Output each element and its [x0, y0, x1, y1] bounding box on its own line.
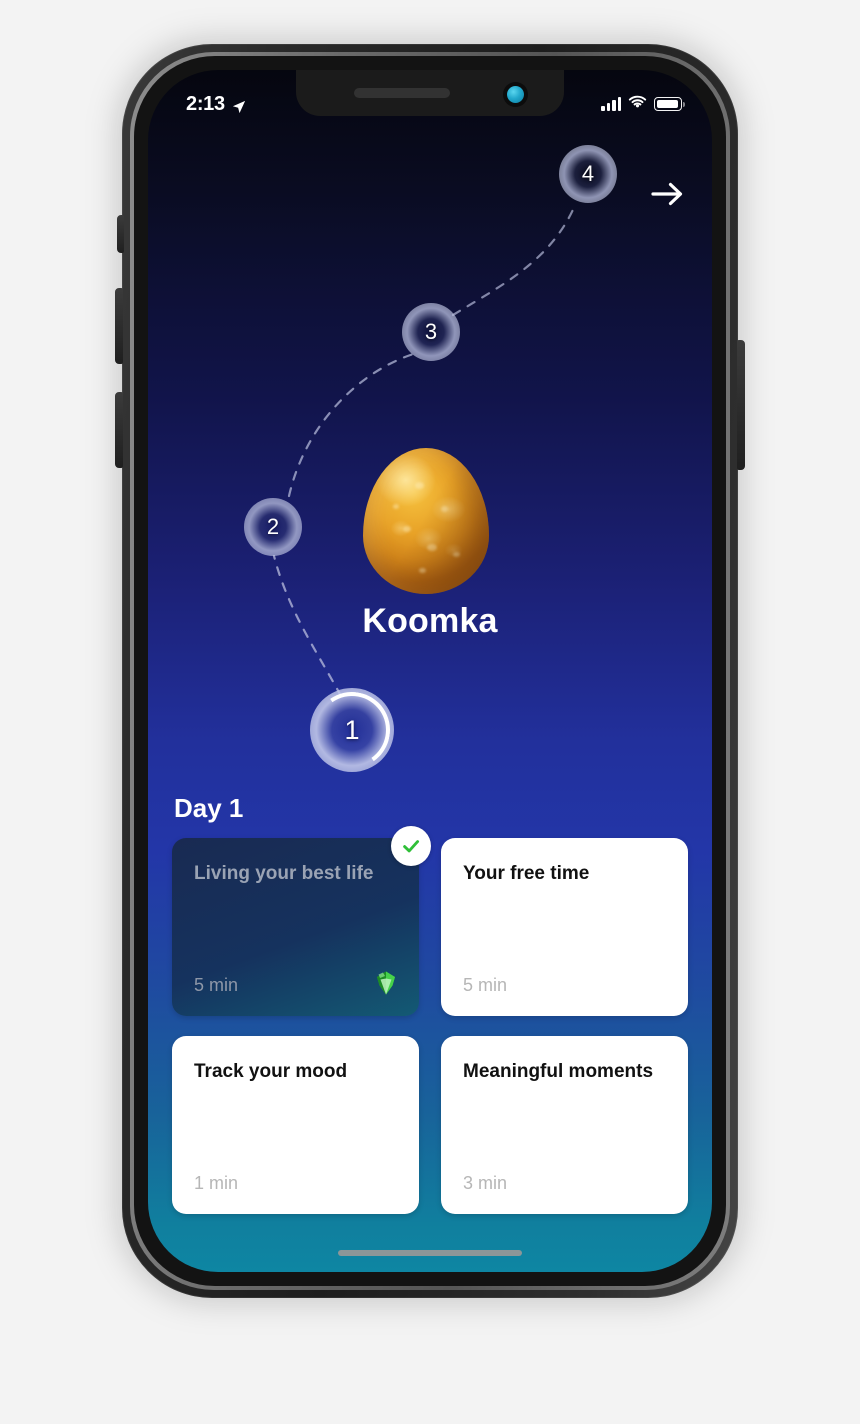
lesson-card-track-your-mood[interactable]: Track your mood 1 min [172, 1036, 419, 1214]
lesson-card-footer: 5 min [463, 975, 666, 996]
next-arrow-icon[interactable] [646, 172, 690, 216]
screenshot-canvas: 2:13 4 3 2 1 Koomka Day 1 Living your be… [0, 0, 860, 1424]
lesson-title: Living your best life [194, 863, 374, 884]
cellular-signal-icon [601, 96, 621, 111]
earpiece-speaker [354, 88, 450, 98]
phone-screen: 2:13 4 3 2 1 Koomka Day 1 Living your be… [148, 70, 712, 1272]
journey-node-1-active[interactable]: 1 [307, 685, 397, 775]
silent-switch-button[interactable] [117, 215, 124, 253]
lesson-duration: 3 min [463, 1173, 508, 1193]
power-button[interactable] [737, 340, 745, 470]
lesson-card-your-free-time[interactable]: Your free time 5 min [441, 838, 688, 1016]
lesson-card-footer: 1 min [194, 1173, 397, 1194]
battery-full-icon [654, 97, 685, 111]
lesson-title: Track your mood [194, 1061, 348, 1082]
wifi-icon [628, 95, 647, 114]
pet-egg-avatar[interactable] [363, 448, 489, 594]
lesson-card-living-your-best-life[interactable]: Living your best life 5 min [172, 826, 431, 1016]
check-icon [403, 840, 420, 853]
front-camera-icon [503, 82, 528, 107]
journey-node-label: 2 [266, 514, 280, 539]
home-indicator[interactable] [338, 1250, 522, 1256]
lesson-card-footer: 5 min [194, 970, 397, 996]
lesson-duration: 5 min [194, 975, 239, 995]
egg-shading [363, 448, 489, 594]
pet-name: Koomka [362, 602, 498, 640]
green-gem-icon [375, 970, 397, 996]
day-heading: Day 1 [174, 793, 244, 823]
clock-time: 2:13 [186, 92, 225, 115]
lesson-duration: 5 min [463, 975, 508, 995]
device-notch [296, 70, 564, 116]
top-navigation [148, 162, 712, 242]
volume-down-button[interactable] [115, 392, 123, 468]
status-bar-right [601, 95, 685, 114]
status-bar-left: 2:13 [186, 93, 246, 116]
journey-node-label: 1 [344, 714, 360, 745]
lesson-duration: 1 min [194, 1173, 239, 1193]
journey-node-3[interactable]: 3 [402, 303, 460, 361]
volume-up-button[interactable] [115, 288, 123, 364]
lesson-card-footer: 3 min [463, 1173, 666, 1194]
lesson-title: Meaningful moments [463, 1061, 654, 1082]
location-arrow-icon [232, 97, 246, 114]
lesson-card-meaningful-moments[interactable]: Meaningful moments 3 min [441, 1036, 688, 1214]
lesson-title: Your free time [463, 863, 590, 884]
completed-check-badge [391, 826, 431, 866]
lesson-card-grid: Living your best life 5 min Your free ti… [172, 826, 688, 1214]
journey-node-label: 3 [424, 319, 438, 344]
journey-node-2[interactable]: 2 [244, 498, 302, 556]
